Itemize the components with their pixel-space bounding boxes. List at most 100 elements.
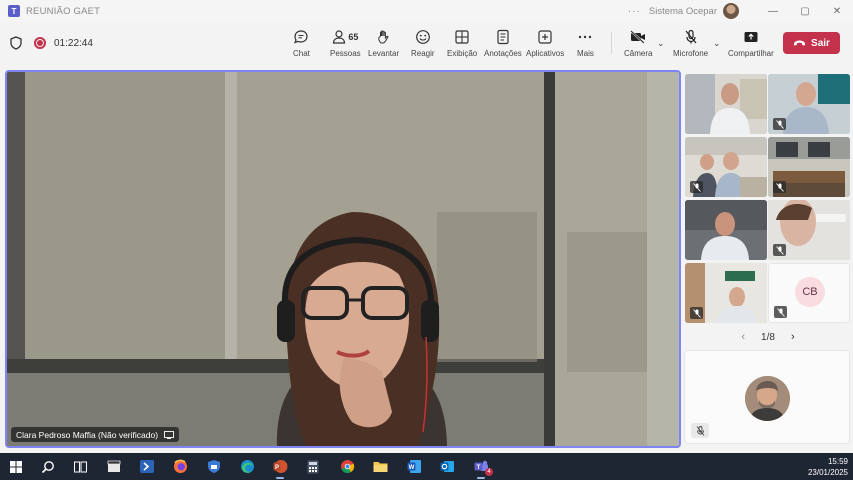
add-apps-icon (538, 30, 552, 44)
teams-notification-badge: 4 (485, 468, 493, 476)
notes-icon (497, 29, 509, 45)
title-bar: T REUNIÃO GAET ··· Sistema Ocepar — ▢ ✕ (0, 0, 853, 22)
gallery-pager: ‹ 1/8 › (684, 328, 852, 346)
close-button[interactable]: ✕ (821, 6, 853, 17)
task-view-icon[interactable] (70, 457, 90, 476)
raise-hand-label: Levantar (368, 49, 400, 58)
power-automate-icon[interactable] (137, 457, 157, 476)
muted-mic-icon (690, 307, 703, 319)
clock-time: 15:59 (827, 457, 848, 466)
chat-icon (294, 30, 309, 44)
people-button[interactable]: 65 Pessoas (330, 28, 361, 64)
maximize-button[interactable]: ▢ (789, 6, 821, 17)
file-explorer-icon[interactable] (370, 457, 390, 476)
teams-taskbar-icon[interactable]: T4 (471, 457, 493, 479)
participant-tile-6[interactable] (768, 200, 850, 260)
speaker-video-frame (7, 72, 679, 446)
meeting-timer: 01:22:44 (54, 37, 93, 49)
participant-video (685, 74, 767, 134)
more-label: Mais (577, 49, 594, 58)
emoji-icon (415, 30, 430, 44)
participant-tile-3[interactable] (685, 137, 767, 197)
speaker-name: Clara Pedroso Maffia (Não verificado) (16, 429, 159, 440)
leave-button[interactable]: Sair (783, 32, 840, 54)
chevron-right-icon[interactable]: › (791, 331, 795, 343)
share-screen-icon (744, 32, 758, 42)
camera-options-chevron-icon[interactable]: ⌄ (657, 38, 665, 49)
more-options-icon[interactable]: ··· (628, 6, 641, 17)
apps-button[interactable]: Aplicativos (526, 28, 564, 64)
participant-video (685, 200, 767, 260)
muted-mic-icon (773, 244, 786, 256)
camera-label: Câmera (624, 49, 653, 58)
teams-logo-icon: T (8, 5, 20, 17)
microphone-label: Microfone (673, 49, 709, 58)
view-layout-icon (455, 30, 469, 44)
hang-up-icon (794, 40, 806, 46)
camera-button[interactable]: Câmera (624, 28, 652, 64)
raise-hand-button[interactable]: Levantar (368, 28, 399, 64)
share-button[interactable]: Compartilhar (728, 28, 774, 64)
edge-browser-icon[interactable] (237, 457, 257, 476)
muted-mic-icon (773, 118, 786, 130)
muted-mic-icon (774, 306, 787, 318)
mic-off-icon (685, 29, 697, 44)
svg-text:T: T (476, 465, 480, 471)
security-shield-app-icon[interactable] (204, 457, 224, 476)
leave-label: Sair (811, 37, 830, 49)
chevron-left-icon[interactable]: ‹ (741, 331, 745, 343)
firefox-icon[interactable] (170, 457, 190, 476)
muted-mic-icon (690, 181, 703, 193)
window-title: REUNIÃO GAET (26, 5, 101, 17)
chat-label: Chat (293, 49, 310, 58)
gallery-page-indicator: 1/8 (761, 331, 775, 343)
account-avatar[interactable] (723, 3, 739, 19)
participant-tile-7[interactable] (685, 263, 767, 323)
participant-tile-8[interactable]: CB (768, 263, 850, 323)
participant-tile-1[interactable] (685, 74, 767, 134)
clock-date: 23/01/2025 (807, 468, 848, 477)
mic-options-chevron-icon[interactable]: ⌄ (713, 38, 721, 49)
camera-off-icon (630, 30, 646, 44)
self-view-tile[interactable] (684, 350, 850, 444)
people-icon (333, 30, 346, 44)
shield-icon[interactable] (10, 36, 22, 50)
muted-mic-icon (773, 181, 786, 193)
chrome-icon[interactable] (337, 457, 357, 476)
windows-taskbar: P W T4 15:59 23/01/2025 (0, 453, 853, 480)
participant-count: 65 (348, 32, 359, 42)
self-muted-mic-icon[interactable] (691, 423, 709, 438)
minimize-button[interactable]: — (757, 6, 789, 17)
participant-tile-2[interactable] (768, 74, 850, 134)
toolbar-divider (611, 32, 612, 54)
notes-button[interactable]: Anotações (484, 28, 522, 64)
organization-name[interactable]: Sistema Ocepar (649, 6, 717, 17)
notes-label: Anotações (484, 49, 522, 58)
calculator-icon[interactable] (303, 457, 323, 476)
react-label: Reagir (411, 49, 435, 58)
participant-initials-avatar: CB (795, 277, 825, 307)
system-clock[interactable]: 15:59 23/01/2025 (808, 456, 848, 478)
chat-button[interactable]: Chat (293, 28, 310, 64)
windows-start-icon[interactable] (6, 457, 26, 476)
raise-hand-icon (377, 30, 389, 44)
react-button[interactable]: Reagir (411, 28, 435, 64)
search-icon[interactable] (38, 457, 58, 476)
svg-text:W: W (408, 465, 414, 471)
view-label: Exibição (447, 49, 478, 58)
clapperboard-app-icon[interactable] (104, 457, 124, 476)
apps-label: Aplicativos (526, 49, 565, 58)
outlook-icon[interactable] (437, 457, 457, 476)
word-icon[interactable]: W (404, 457, 424, 476)
share-label: Compartilhar (728, 49, 774, 58)
participant-tile-5[interactable] (685, 200, 767, 260)
ellipsis-icon (579, 35, 592, 39)
participant-tile-4[interactable] (768, 137, 850, 197)
speaker-name-tag: Clara Pedroso Maffia (Não verificado) (11, 427, 180, 442)
more-actions-button[interactable]: Mais (577, 28, 594, 64)
view-button[interactable]: Exibição (447, 28, 477, 64)
svg-text:P: P (274, 465, 278, 471)
microphone-button[interactable]: Microfone (673, 28, 708, 64)
powerpoint-icon[interactable]: P (270, 457, 290, 479)
main-speaker-video[interactable]: Clara Pedroso Maffia (Não verificado) (5, 70, 681, 448)
